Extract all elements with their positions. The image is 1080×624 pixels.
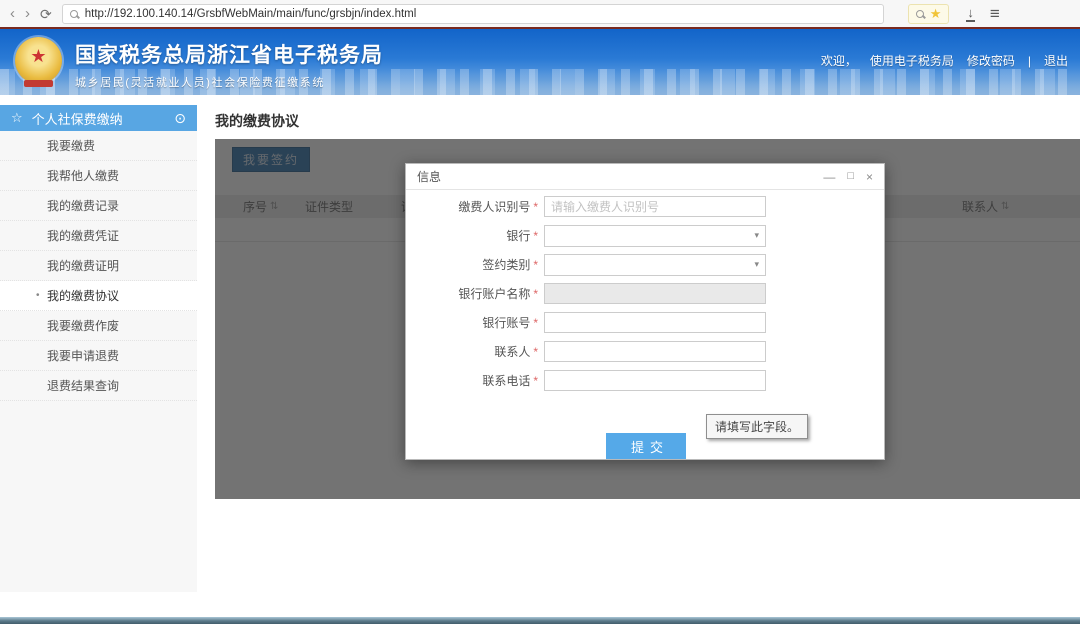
field-label-text: 签约类别 — [482, 256, 530, 273]
active-item-dot-icon: • — [36, 281, 40, 311]
agreement-form: 缴费人识别号 * 银行 * ▾ 签约类别 * — [406, 190, 884, 459]
home-icon: ☆ — [11, 110, 23, 126]
user-link[interactable]: 使用电子税务局 — [870, 52, 954, 69]
sidebar: ☆ 个人社保费缴纳 ⊙ 我要缴费 我帮他人缴费 我的缴费记录 我的缴费凭证 我的… — [0, 105, 197, 592]
sidebar-header[interactable]: ☆ 个人社保费缴纳 ⊙ — [0, 105, 197, 131]
url-text[interactable]: http://192.100.140.14/GrsbfWebMain/main/… — [85, 8, 417, 20]
site-subtitle: 城乡居民(灵活就业人员)社会保险费征缴系统 — [75, 74, 383, 90]
payer-id-field[interactable] — [544, 196, 766, 217]
site-title: 国家税务总局浙江省电子税务局 — [75, 39, 383, 69]
contact-person-field[interactable] — [544, 341, 766, 362]
field-label: 银行 * — [406, 227, 538, 244]
contract-type-select[interactable]: ▾ — [544, 254, 766, 276]
info-dialog: 信息 — □ × 缴费人识别号 * 银行 * ▾ — [405, 163, 885, 460]
sidebar-item-pay[interactable]: 我要缴费 — [0, 131, 197, 161]
sidebar-item-payment-records[interactable]: 我的缴费记录 — [0, 191, 197, 221]
page-search-icon[interactable] — [916, 10, 924, 18]
bank-select[interactable]: ▾ — [544, 225, 766, 247]
field-label: 缴费人识别号 * — [406, 198, 538, 215]
form-row: 银行 * ▾ — [406, 221, 884, 250]
page-title: 我的缴费协议 — [215, 111, 1080, 131]
browser-menu-icon[interactable]: ≡ — [990, 5, 1000, 22]
field-label: 联系电话 * — [406, 372, 538, 389]
download-icon[interactable]: ↓ — [967, 6, 974, 21]
required-mark: * — [533, 258, 538, 272]
back-button[interactable]: ‹ — [10, 6, 15, 21]
links-divider: | — [1028, 54, 1031, 68]
required-mark: * — [533, 316, 538, 330]
field-label: 银行账户名称 * — [406, 285, 538, 302]
dialog-title: 信息 — [417, 168, 441, 185]
sidebar-item-void-payment[interactable]: 我要缴费作废 — [0, 311, 197, 341]
sidebar-item-refund-result-query[interactable]: 退费结果查询 — [0, 371, 197, 401]
collapse-circle-icon[interactable]: ⊙ — [174, 110, 186, 127]
browser-window: ‹ › ⟳ http://192.100.140.14/GrsbfWebMain… — [0, 0, 1080, 624]
field-label: 银行账号 * — [406, 314, 538, 331]
field-label: 签约类别 * — [406, 256, 538, 273]
field-label-text: 银行 — [506, 227, 530, 244]
form-row: 银行账户名称 * — [406, 279, 884, 308]
form-row: 联系电话 * — [406, 366, 884, 395]
bookmark-star-icon[interactable]: ★ — [930, 7, 942, 20]
field-label-text: 缴费人识别号 — [458, 198, 530, 215]
dialog-titlebar: 信息 — □ × — [406, 164, 884, 190]
sidebar-title: 个人社保费缴纳 — [32, 109, 123, 128]
validation-tooltip: 请填写此字段。 — [706, 414, 808, 439]
refresh-button[interactable]: ⟳ — [40, 7, 52, 21]
welcome-text: 欢迎， — [821, 52, 857, 69]
required-mark: * — [533, 229, 538, 243]
field-label-text: 银行账户名称 — [458, 285, 530, 302]
maximize-icon[interactable]: □ — [847, 171, 854, 182]
change-password-link[interactable]: 修改密码 — [967, 52, 1015, 69]
sidebar-item-payment-certificates[interactable]: 我的缴费证明 — [0, 251, 197, 281]
bank-account-number-field[interactable] — [544, 312, 766, 333]
sidebar-item-payment-vouchers[interactable]: 我的缴费凭证 — [0, 221, 197, 251]
close-icon[interactable]: × — [866, 171, 873, 183]
site-header: 国家税务总局浙江省电子税务局 城乡居民(灵活就业人员)社会保险费征缴系统 欢迎，… — [0, 29, 1080, 95]
field-label: 联系人 * — [406, 343, 538, 360]
sidebar-item-pay-for-others[interactable]: 我帮他人缴费 — [0, 161, 197, 191]
forward-button[interactable]: › — [25, 6, 30, 21]
required-mark: * — [533, 345, 538, 359]
tax-bureau-logo — [15, 37, 62, 84]
field-label-text: 联系电话 — [482, 372, 530, 389]
sidebar-item-payment-agreements[interactable]: • 我的缴费协议 — [0, 281, 197, 311]
chevron-down-icon: ▾ — [754, 259, 759, 270]
browser-toolbar: ‹ › ⟳ http://192.100.140.14/GrsbfWebMain… — [0, 0, 1080, 27]
page-footer-strip — [0, 617, 1080, 624]
logout-link[interactable]: 退出 — [1044, 52, 1068, 69]
form-row: 缴费人识别号 * — [406, 192, 884, 221]
header-links: 欢迎， 使用电子税务局 修改密码 | 退出 — [821, 52, 1068, 69]
submit-button[interactable]: 提交 — [606, 433, 686, 459]
sidebar-item-apply-refund[interactable]: 我要申请退费 — [0, 341, 197, 371]
search-icon — [70, 10, 78, 18]
sidebar-item-label: 我的缴费协议 — [47, 289, 119, 303]
form-row: 银行账号 * — [406, 308, 884, 337]
search-bookmark-group: ★ — [908, 4, 950, 24]
form-row: 联系人 * — [406, 337, 884, 366]
required-mark: * — [533, 200, 538, 214]
bank-account-name-field — [544, 283, 766, 304]
field-label-text: 联系人 — [494, 343, 530, 360]
chevron-down-icon: ▾ — [754, 230, 759, 241]
site-titles: 国家税务总局浙江省电子税务局 城乡居民(灵活就业人员)社会保险费征缴系统 — [75, 39, 383, 90]
minimize-icon[interactable]: — — [823, 171, 835, 183]
form-row: 签约类别 * ▾ — [406, 250, 884, 279]
required-mark: * — [533, 287, 538, 301]
address-bar[interactable]: http://192.100.140.14/GrsbfWebMain/main/… — [62, 4, 884, 24]
field-label-text: 银行账号 — [482, 314, 530, 331]
dialog-window-controls: — □ × — [823, 171, 873, 183]
required-mark: * — [533, 374, 538, 388]
contact-phone-field[interactable] — [544, 370, 766, 391]
